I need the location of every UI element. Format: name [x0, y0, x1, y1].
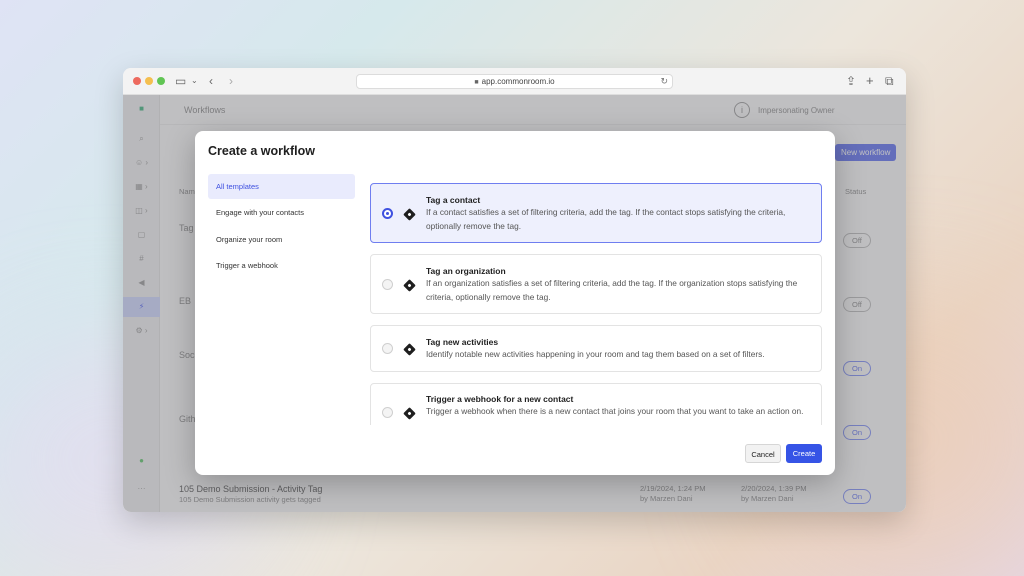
- category-engage-contacts[interactable]: Engage with your contacts: [208, 200, 355, 225]
- maximize-window-button[interactable]: [157, 77, 165, 85]
- workflow-diamond-icon: [403, 407, 416, 420]
- template-card-webhook-contact[interactable]: Trigger a webhook for a new contact Trig…: [370, 383, 822, 425]
- template-description: Trigger a webhook when there is a new co…: [426, 406, 804, 416]
- minimize-window-button[interactable]: [145, 77, 153, 85]
- create-button[interactable]: Create: [786, 444, 822, 463]
- category-all-templates[interactable]: All templates: [208, 174, 355, 199]
- category-trigger-webhook[interactable]: Trigger a webhook: [208, 253, 355, 278]
- new-tab-icon[interactable]: +: [866, 74, 874, 88]
- template-radio[interactable]: [382, 343, 393, 354]
- address-bar[interactable]: ■ app.commonroom.io ↻: [356, 74, 673, 89]
- modal-title: Create a workflow: [208, 144, 315, 158]
- url-text: app.commonroom.io: [481, 77, 555, 86]
- forward-arrow-icon[interactable]: ›: [229, 74, 233, 88]
- template-title: Trigger a webhook for a new contact: [426, 394, 574, 404]
- template-radio-selected[interactable]: [382, 208, 393, 219]
- tab-overview-icon[interactable]: ⧉: [885, 74, 894, 88]
- sidebar-toggle-icon[interactable]: ▭: [175, 74, 186, 88]
- template-card-tag-activities[interactable]: Tag new activities Identify notable new …: [370, 325, 822, 372]
- template-radio[interactable]: [382, 407, 393, 418]
- reload-icon[interactable]: ↻: [660, 75, 668, 88]
- template-description: If a contact satisfies a set of filterin…: [426, 207, 786, 231]
- cancel-button[interactable]: Cancel: [745, 444, 781, 463]
- template-card-tag-contact[interactable]: Tag a contact If a contact satisfies a s…: [370, 183, 822, 243]
- template-list[interactable]: Tag a contact If a contact satisfies a s…: [370, 181, 822, 425]
- close-window-button[interactable]: [133, 77, 141, 85]
- share-icon[interactable]: ⇪: [846, 74, 856, 88]
- template-title: Tag an organization: [426, 266, 506, 276]
- template-title: Tag a contact: [426, 195, 481, 205]
- template-description: If an organization satisfies a set of fi…: [426, 278, 798, 302]
- template-title: Tag new activities: [426, 337, 499, 347]
- create-workflow-modal: Create a workflow All templates Engage w…: [195, 131, 835, 475]
- workflow-diamond-icon: [403, 279, 416, 292]
- workflow-diamond-icon: [403, 208, 416, 221]
- browser-window: ▭ ⌄ ‹ › ■ app.commonroom.io ↻ ⇪ + ⧉ ■ ⌕ ☺…: [123, 68, 906, 512]
- category-organize-room[interactable]: Organize your room: [208, 227, 355, 252]
- template-radio[interactable]: [382, 279, 393, 290]
- lock-icon: ■: [474, 79, 479, 86]
- workflow-diamond-icon: [403, 343, 416, 356]
- back-arrow-icon[interactable]: ‹: [209, 74, 213, 88]
- chevron-down-icon[interactable]: ⌄: [191, 74, 198, 88]
- browser-toolbar: ▭ ⌄ ‹ › ■ app.commonroom.io ↻ ⇪ + ⧉: [123, 68, 906, 95]
- template-card-tag-organization[interactable]: Tag an organization If an organization s…: [370, 254, 822, 314]
- template-description: Identify notable new activities happenin…: [426, 349, 765, 359]
